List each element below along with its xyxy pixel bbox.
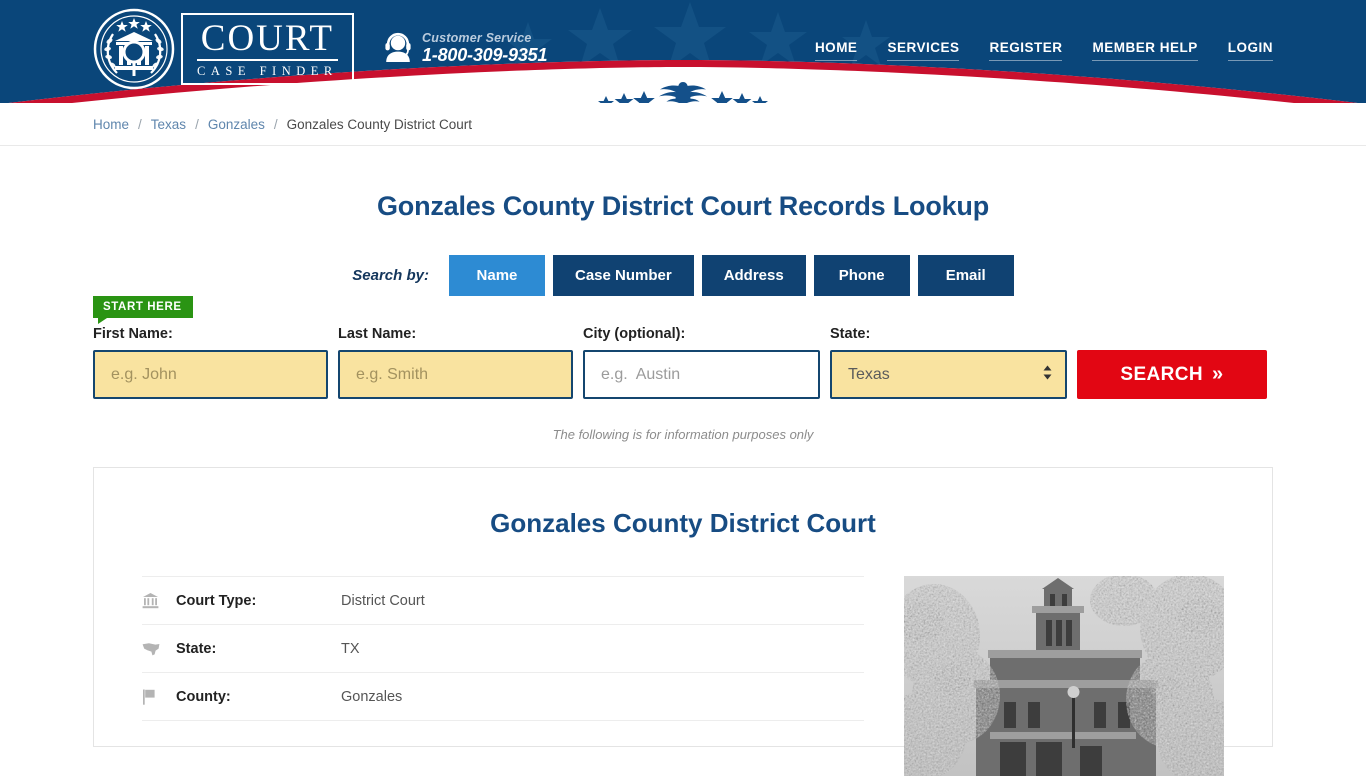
search-button-label: SEARCH <box>1120 363 1204 385</box>
city-input[interactable] <box>583 350 820 399</box>
nav-item-login[interactable]: LOGIN <box>1227 40 1273 61</box>
logo-subtitle: CASE FINDER <box>197 63 338 78</box>
main-content: Gonzales County District Court Records L… <box>93 191 1273 776</box>
tab-email[interactable]: Email <box>917 255 1014 296</box>
state-row-value: TX <box>341 640 360 657</box>
court-type-label: Court Type: <box>176 592 257 609</box>
breadcrumb-separator: / <box>138 116 142 132</box>
nav-item-register[interactable]: REGISTER <box>989 40 1063 61</box>
eagle-icon <box>598 82 768 103</box>
customer-service-phone[interactable]: 1-800-309-9351 <box>422 45 548 65</box>
breadcrumb-bar: Home / Texas / Gonzales / Gonzales Count… <box>0 103 1366 146</box>
us-map-icon <box>142 642 176 656</box>
breadcrumb-separator: / <box>273 116 278 132</box>
tab-case-number[interactable]: Case Number <box>552 255 694 296</box>
city-label: City (optional): <box>583 326 686 342</box>
breadcrumb-item-gonzales[interactable]: Gonzales <box>208 117 265 132</box>
city-field-group: City (optional): <box>583 326 820 399</box>
breadcrumb: Home / Texas / Gonzales / Gonzales Count… <box>93 103 1273 145</box>
last-name-label: Last Name: <box>338 326 417 342</box>
county-value: Gonzales <box>341 688 403 705</box>
search-by-label: Search by: <box>352 267 429 284</box>
breadcrumb-item-home[interactable]: Home <box>93 117 129 132</box>
double-chevron-right-icon: » <box>1212 363 1224 385</box>
search-by-tabs: Search by: Name Case Number Address Phon… <box>93 255 1273 296</box>
tab-phone[interactable]: Phone <box>813 255 910 296</box>
state-field-group: State: Texas <box>830 326 1067 399</box>
breadcrumb-item-current: Gonzales County District Court <box>286 116 472 132</box>
court-type-value: District Court <box>341 592 425 609</box>
tab-address[interactable]: Address <box>701 255 806 296</box>
main-navigation: HOME SERVICES REGISTER MEMBER HELP LOGIN <box>814 40 1273 61</box>
court-seal-icon <box>93 8 175 90</box>
table-row: County: Gonzales <box>142 673 864 721</box>
court-info-body: Court Type: District Court State: TX Cou… <box>94 576 1272 776</box>
customer-service-block: Customer Service 1-800-309-9351 <box>383 31 548 65</box>
first-name-field-group: First Name: <box>93 326 328 399</box>
logo-wordmark: COURT CASE FINDER <box>181 12 354 86</box>
county-label: County: <box>176 688 231 705</box>
flag-icon <box>142 689 176 705</box>
breadcrumb-separator: / <box>195 116 199 132</box>
nav-item-home[interactable]: HOME <box>814 40 858 61</box>
search-form: START HERE First Name: Last Name: City (… <box>93 296 1273 399</box>
state-row-label: State: <box>176 640 217 657</box>
court-name-title: Gonzales County District Court <box>490 508 876 538</box>
customer-service-label: Customer Service <box>422 31 532 45</box>
courthouse-photo <box>904 576 1224 776</box>
breadcrumb-item-texas[interactable]: Texas <box>151 117 186 132</box>
headset-agent-icon <box>385 32 411 63</box>
first-name-input[interactable] <box>93 350 328 399</box>
state-select[interactable]: Texas <box>830 350 1067 399</box>
table-row: State: TX <box>142 625 864 673</box>
disclaimer-text: The following is for information purpose… <box>552 427 814 442</box>
search-button[interactable]: SEARCH » <box>1077 350 1267 399</box>
state-label: State: <box>830 326 871 342</box>
tab-name[interactable]: Name <box>448 255 545 296</box>
logo-title: COURT <box>197 20 338 61</box>
last-name-field-group: Last Name: <box>338 326 573 399</box>
nav-item-services[interactable]: SERVICES <box>887 40 960 61</box>
first-name-label: First Name: <box>93 326 173 342</box>
nav-item-member-help[interactable]: MEMBER HELP <box>1092 40 1198 61</box>
site-header: COURT CASE FINDER Customer Service 1-800… <box>0 0 1366 103</box>
site-logo[interactable]: COURT CASE FINDER <box>93 8 354 90</box>
court-details-table: Court Type: District Court State: TX Cou… <box>142 576 864 776</box>
start-here-badge: START HERE <box>93 296 193 324</box>
table-row: Court Type: District Court <box>142 576 864 625</box>
page-title: Gonzales County District Court Records L… <box>376 191 990 221</box>
bank-icon <box>142 592 176 609</box>
court-info-card: Gonzales County District Court Court Typ… <box>93 467 1273 776</box>
last-name-input[interactable] <box>338 350 573 399</box>
